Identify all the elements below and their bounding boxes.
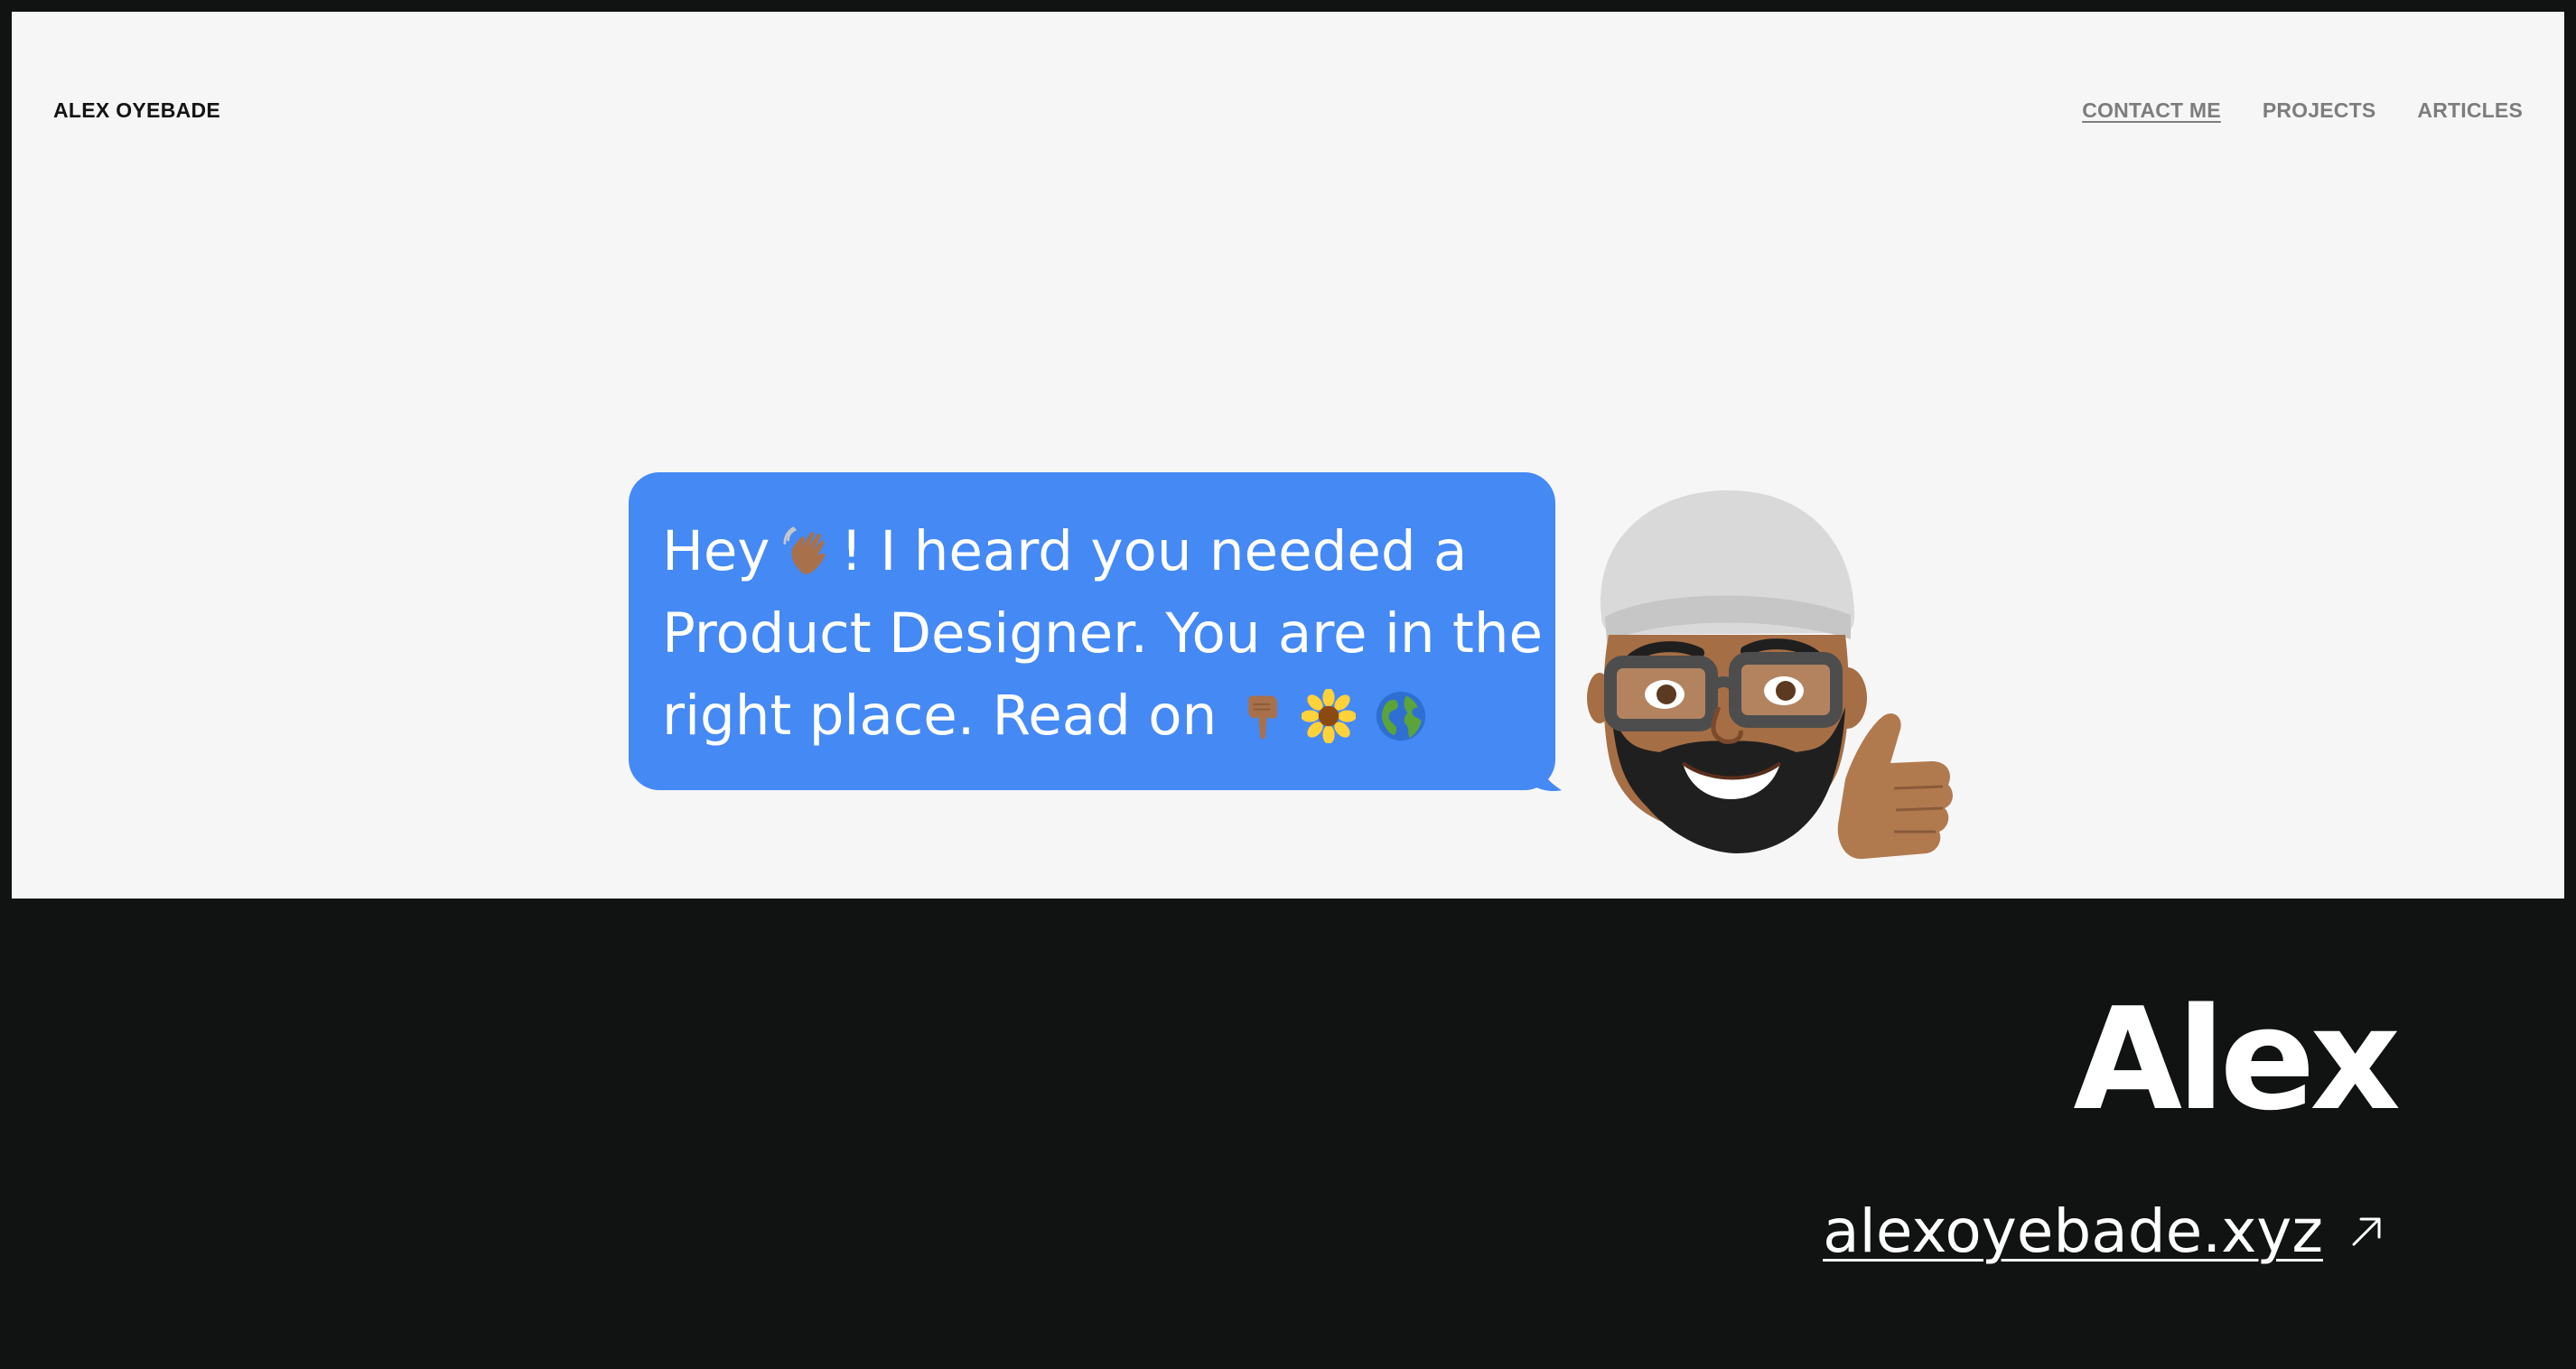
hero-screen: ALEX OYEBADE CONTACT ME PROJECTS ARTICLE… xyxy=(12,12,2564,899)
arrow-up-right-icon[interactable] xyxy=(2348,1214,2385,1250)
message-text: Hey xyxy=(662,519,770,583)
message-bubble: Hey ! I heard you needed a Product Desig… xyxy=(629,472,1555,790)
footer-website-link[interactable]: alexoyebade.xyz xyxy=(1823,1197,2385,1266)
globe-icon xyxy=(1377,691,1426,740)
memoji-avatar-icon xyxy=(1587,490,1953,860)
nav-projects[interactable]: PROJECTS xyxy=(2263,98,2376,123)
website-url[interactable]: alexoyebade.xyz xyxy=(1823,1197,2323,1266)
pointing-down-icon xyxy=(1248,695,1278,739)
message-line-2: Product Designer. You are in the xyxy=(662,592,1543,675)
main-nav: CONTACT ME PROJECTS ARTICLES xyxy=(2082,98,2523,123)
message-text: Product Designer. You are in the xyxy=(662,601,1544,666)
nav-contact-me[interactable]: CONTACT ME xyxy=(2082,98,2221,123)
message-text: ! I heard you needed a xyxy=(840,519,1468,583)
message-text: right place. Read on xyxy=(662,684,1218,748)
message-line-3: right place. Read on xyxy=(662,675,1523,757)
waving-hand-icon xyxy=(782,526,826,574)
footer-name: Alex xyxy=(2073,977,2401,1141)
message-line-1: Hey ! I heard you needed a xyxy=(662,510,1523,592)
nav-articles[interactable]: ARTICLES xyxy=(2417,98,2523,123)
sunflower-icon xyxy=(1302,688,1357,743)
site-logo[interactable]: ALEX OYEBADE xyxy=(53,98,220,123)
